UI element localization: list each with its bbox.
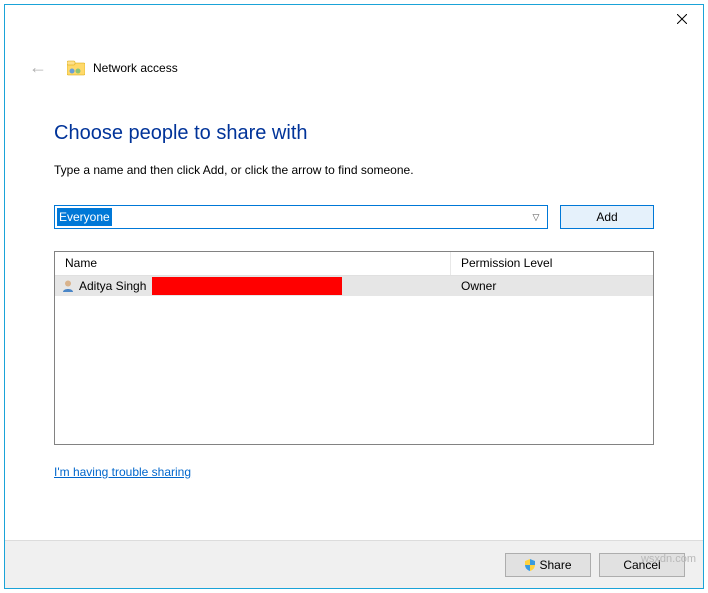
table-row[interactable]: Aditya Singh Owner bbox=[55, 276, 653, 296]
chevron-down-icon[interactable]: ▽ bbox=[529, 212, 547, 223]
shield-icon bbox=[524, 559, 536, 571]
cell-permission: Owner bbox=[451, 279, 653, 293]
user-icon bbox=[61, 279, 75, 293]
share-button[interactable]: Share bbox=[505, 553, 591, 577]
breadcrumb: ← Network access bbox=[5, 55, 703, 80]
column-header-permission[interactable]: Permission Level bbox=[451, 252, 653, 275]
people-table: Name Permission Level Aditya Singh Owner bbox=[54, 251, 654, 445]
content-area: Choose people to share with Type a name … bbox=[5, 80, 703, 540]
titlebar bbox=[5, 5, 703, 41]
table-body: Aditya Singh Owner bbox=[55, 276, 653, 444]
add-button[interactable]: Add bbox=[560, 205, 654, 229]
dialog-title: Network access bbox=[93, 61, 178, 75]
dialog-footer: Share Cancel bbox=[5, 540, 703, 588]
page-heading: Choose people to share with bbox=[54, 122, 654, 145]
close-icon bbox=[677, 14, 687, 24]
network-access-dialog: ← Network access Choose people to share … bbox=[4, 4, 704, 589]
add-person-row: Everyone ▽ Add bbox=[54, 205, 654, 229]
cell-name: Aditya Singh bbox=[55, 277, 451, 295]
share-button-label: Share bbox=[539, 558, 571, 572]
name-combobox[interactable]: Everyone ▽ bbox=[54, 205, 548, 229]
network-folder-icon bbox=[67, 60, 85, 76]
column-header-name[interactable]: Name bbox=[55, 252, 451, 275]
watermark-text: wsxdn.com bbox=[641, 553, 696, 565]
name-input-value: Everyone bbox=[57, 208, 112, 226]
table-header: Name Permission Level bbox=[55, 252, 653, 276]
back-arrow-icon[interactable]: ← bbox=[23, 55, 53, 80]
close-button[interactable] bbox=[661, 5, 703, 33]
redacted-block bbox=[152, 277, 342, 295]
instruction-text: Type a name and then click Add, or click… bbox=[54, 163, 654, 177]
user-name-text: Aditya Singh bbox=[79, 279, 146, 293]
trouble-sharing-link[interactable]: I'm having trouble sharing bbox=[54, 465, 654, 479]
